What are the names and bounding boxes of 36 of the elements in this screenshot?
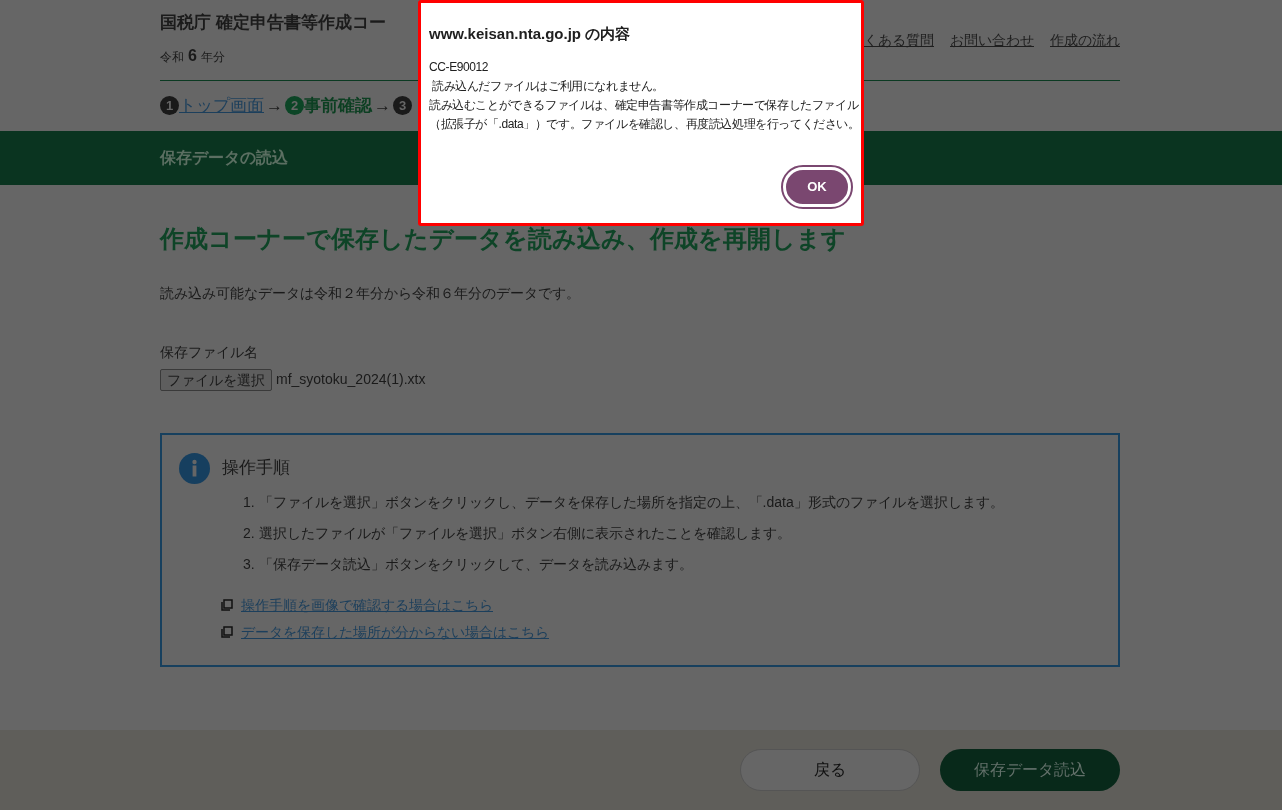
help-link[interactable]: 操作手順を画像で確認する場合はこちら [241, 594, 493, 616]
step-text: 1. 「ファイルを選択」ボタンをクリックし、データを保存した場所を指定の上、「.data」形式のファイルを選択します。 [243, 492, 1004, 512]
year-number: 6 [188, 45, 197, 66]
dialog-message-line: 読み込んだファイルはご利用になれません。 [430, 77, 664, 95]
dialog-title: www.keisan.nta.go.jp の内容 [429, 24, 632, 44]
header-link[interactable]: 作成の流れ [1050, 30, 1120, 51]
step-text: 2. 選択したファイルが「ファイルを選択」ボタン右側に表示されたことを確認します。 [243, 523, 791, 543]
era-label: 令和 [160, 48, 184, 66]
note-text: 読み込み可能なデータは令和２年分から令和６年分のデータです。 [160, 283, 581, 303]
dialog-message-line: CC-E90012 [429, 58, 489, 76]
load-data-button[interactable]: 保存データ読込 [940, 749, 1120, 791]
window-icon [221, 626, 233, 638]
current-step: 事前確認 [304, 92, 372, 119]
info-icon [179, 452, 210, 484]
step-number: 2 [285, 96, 304, 115]
choose-file-button[interactable]: ファイルを選択 [160, 368, 272, 391]
step-number: 3 [393, 96, 412, 115]
window-icon [221, 599, 233, 611]
help-link[interactable]: データを保存した場所が分からない場合はこちら [241, 621, 549, 643]
field-label: 保存ファイル名 [160, 342, 259, 362]
dialog-message-line: 読み込むことができるファイルは、確定申告書等作成コーナーで保存したファイル [429, 96, 859, 114]
ok-button[interactable]: OK [783, 167, 851, 207]
arrow-separator: → [266, 94, 283, 117]
year-suffix: 年分 [200, 48, 225, 66]
dialog-message-line: （拡張子が「.data」）です。ファイルを確認し、再度読込処理を行ってください。 [429, 115, 860, 133]
step-text: 3. 「保存データ読込」ボタンをクリックして、データを読み込みます。 [243, 554, 693, 574]
step-link[interactable]: トップ画面 [179, 92, 264, 119]
header-link[interactable]: お問い合わせ [950, 30, 1034, 51]
back-button[interactable]: 戻る [740, 749, 920, 791]
page-heading: 作成コーナーで保存したデータを読み込み、作成を再開します [160, 223, 847, 254]
site-title: 国税庁 確定申告書等作成コー [160, 12, 386, 34]
header-link[interactable]: くある質問 [864, 30, 934, 51]
arrow-separator: → [374, 94, 391, 117]
step-number: 1 [160, 96, 179, 115]
info-title: 操作手順 [222, 457, 290, 480]
file-name: mf_syotoku_2024(1).xtx [276, 370, 426, 389]
